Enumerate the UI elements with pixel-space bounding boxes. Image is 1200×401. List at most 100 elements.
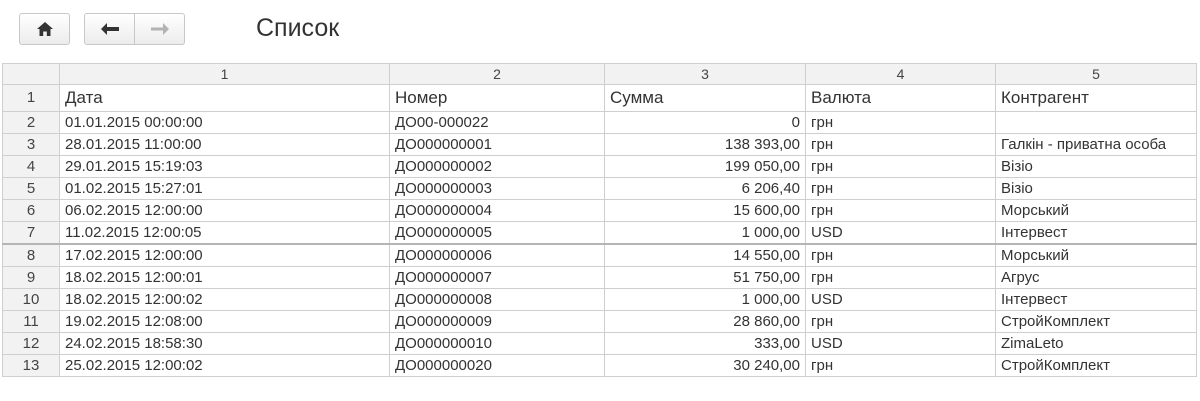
cell-sum[interactable]: 28 860,00 [604,310,806,333]
cell-counterparty[interactable]: Інтервест [995,288,1197,311]
header-cell-date[interactable]: Дата [59,84,390,112]
header-cell-sum[interactable]: Сумма [604,84,806,112]
back-button[interactable] [84,13,135,45]
cell-number[interactable]: ДО000000005 [389,221,605,245]
spreadsheet-table[interactable]: 1 2 3 4 5 1 Дата Номер Сумма Валюта Конт… [2,63,1197,377]
column-number[interactable]: 5 [995,63,1197,85]
cell-date[interactable]: 29.01.2015 15:19:03 [59,155,390,178]
cell-counterparty[interactable]: ZimaLeto [995,332,1197,355]
cell-sum[interactable]: 15 600,00 [604,199,806,222]
row-number[interactable]: 7 [2,221,60,245]
cell-number[interactable]: ДО000000007 [389,266,605,289]
cell-counterparty[interactable] [995,111,1197,134]
table-row: 10 18.02.2015 12:00:02 ДО000000008 1 000,00… [2,288,1197,311]
cell-currency[interactable]: грн [805,354,996,377]
row-number[interactable]: 4 [2,155,60,178]
table-row: 8 17.02.2015 12:00:00 ДО000000006 14 550,00… [2,243,1197,267]
row-number[interactable]: 13 [2,354,60,377]
cell-date[interactable]: 11.02.2015 12:00:05 [59,221,390,245]
column-number-row: 1 2 3 4 5 [2,63,1197,85]
cell-sum[interactable]: 1 000,00 [604,288,806,311]
arrow-left-icon [100,23,119,35]
column-number[interactable]: 1 [59,63,390,85]
cell-counterparty[interactable]: Морський [995,199,1197,222]
forward-button[interactable] [134,13,185,45]
row-number[interactable]: 8 [2,243,60,267]
cell-date[interactable]: 06.02.2015 12:00:00 [59,199,390,222]
cell-counterparty[interactable]: Галкін - приватна особа [995,133,1197,156]
cell-sum[interactable]: 51 750,00 [604,266,806,289]
cell-sum[interactable]: 333,00 [604,332,806,355]
cell-counterparty[interactable]: Агрус [995,266,1197,289]
cell-currency[interactable]: грн [805,177,996,200]
row-number[interactable]: 1 [2,84,60,112]
cell-currency[interactable]: USD [805,332,996,355]
header-cell-counterparty[interactable]: Контрагент [995,84,1197,112]
cell-currency[interactable]: грн [805,199,996,222]
header-cell-number[interactable]: Номер [389,84,605,112]
cell-counterparty[interactable]: Візіо [995,155,1197,178]
cell-number[interactable]: ДО000000006 [389,243,605,267]
cell-number[interactable]: ДО000000001 [389,133,605,156]
cell-date[interactable]: 17.02.2015 12:00:00 [59,243,390,267]
cell-number[interactable]: ДО000000004 [389,199,605,222]
cell-sum[interactable]: 30 240,00 [604,354,806,377]
cell-number[interactable]: ДО00-000022 [389,111,605,134]
row-number[interactable]: 6 [2,199,60,222]
table-row: 3 28.01.2015 11:00:00 ДО000000001 138 393,0… [2,133,1197,156]
cell-date[interactable]: 19.02.2015 12:08:00 [59,310,390,333]
row-number[interactable]: 3 [2,133,60,156]
cell-currency[interactable]: грн [805,111,996,134]
column-number[interactable]: 2 [389,63,605,85]
arrow-right-icon [150,23,169,35]
cell-sum[interactable]: 199 050,00 [604,155,806,178]
cell-counterparty[interactable]: СтройКомплект [995,310,1197,333]
cell-number[interactable]: ДО000000009 [389,310,605,333]
cell-currency[interactable]: грн [805,266,996,289]
home-button[interactable] [19,13,70,45]
cell-counterparty[interactable]: Морський [995,243,1197,267]
cell-currency[interactable]: грн [805,243,996,267]
cell-counterparty[interactable]: Візіо [995,177,1197,200]
row-number[interactable]: 9 [2,266,60,289]
column-number[interactable]: 4 [805,63,996,85]
cell-currency[interactable]: грн [805,310,996,333]
cell-number[interactable]: ДО000000020 [389,354,605,377]
cell-sum[interactable]: 0 [604,111,806,134]
page-title: Список [256,14,340,42]
cell-currency[interactable]: грн [805,155,996,178]
cell-sum[interactable]: 138 393,00 [604,133,806,156]
cell-counterparty[interactable]: СтройКомплект [995,354,1197,377]
cell-date[interactable]: 01.01.2015 00:00:00 [59,111,390,134]
cell-currency[interactable]: грн [805,133,996,156]
table-row: 4 29.01.2015 15:19:03 ДО000000002 199 050,0… [2,155,1197,178]
header-cell-currency[interactable]: Валюта [805,84,996,112]
cell-counterparty[interactable]: Інтервест [995,221,1197,245]
table-row: 2 01.01.2015 00:00:00 ДО00-000022 0 грн [2,111,1197,134]
row-number[interactable]: 5 [2,177,60,200]
cell-number[interactable]: ДО000000008 [389,288,605,311]
header-row: 1 Дата Номер Сумма Валюта Контрагент [2,84,1197,112]
column-number[interactable]: 3 [604,63,806,85]
table-row: 5 01.02.2015 15:27:01 ДО000000003 6 206,40 г… [2,177,1197,200]
cell-sum[interactable]: 14 550,00 [604,243,806,267]
cell-sum[interactable]: 1 000,00 [604,221,806,245]
cell-sum[interactable]: 6 206,40 [604,177,806,200]
cell-currency[interactable]: USD [805,288,996,311]
cell-number[interactable]: ДО000000002 [389,155,605,178]
row-number[interactable]: 2 [2,111,60,134]
table-row: 7 11.02.2015 12:00:05 ДО000000005 1 000,00 U… [2,221,1197,245]
cell-number[interactable]: ДО000000003 [389,177,605,200]
cell-currency[interactable]: USD [805,221,996,245]
cell-date[interactable]: 24.02.2015 18:58:30 [59,332,390,355]
cell-date[interactable]: 28.01.2015 11:00:00 [59,133,390,156]
cell-date[interactable]: 18.02.2015 12:00:01 [59,266,390,289]
row-number[interactable]: 12 [2,332,60,355]
cell-date[interactable]: 01.02.2015 15:27:01 [59,177,390,200]
row-number[interactable]: 11 [2,310,60,333]
cell-number[interactable]: ДО000000010 [389,332,605,355]
cell-date[interactable]: 25.02.2015 12:00:02 [59,354,390,377]
cell-date[interactable]: 18.02.2015 12:00:02 [59,288,390,311]
corner-cell[interactable] [2,63,60,85]
row-number[interactable]: 10 [2,288,60,311]
